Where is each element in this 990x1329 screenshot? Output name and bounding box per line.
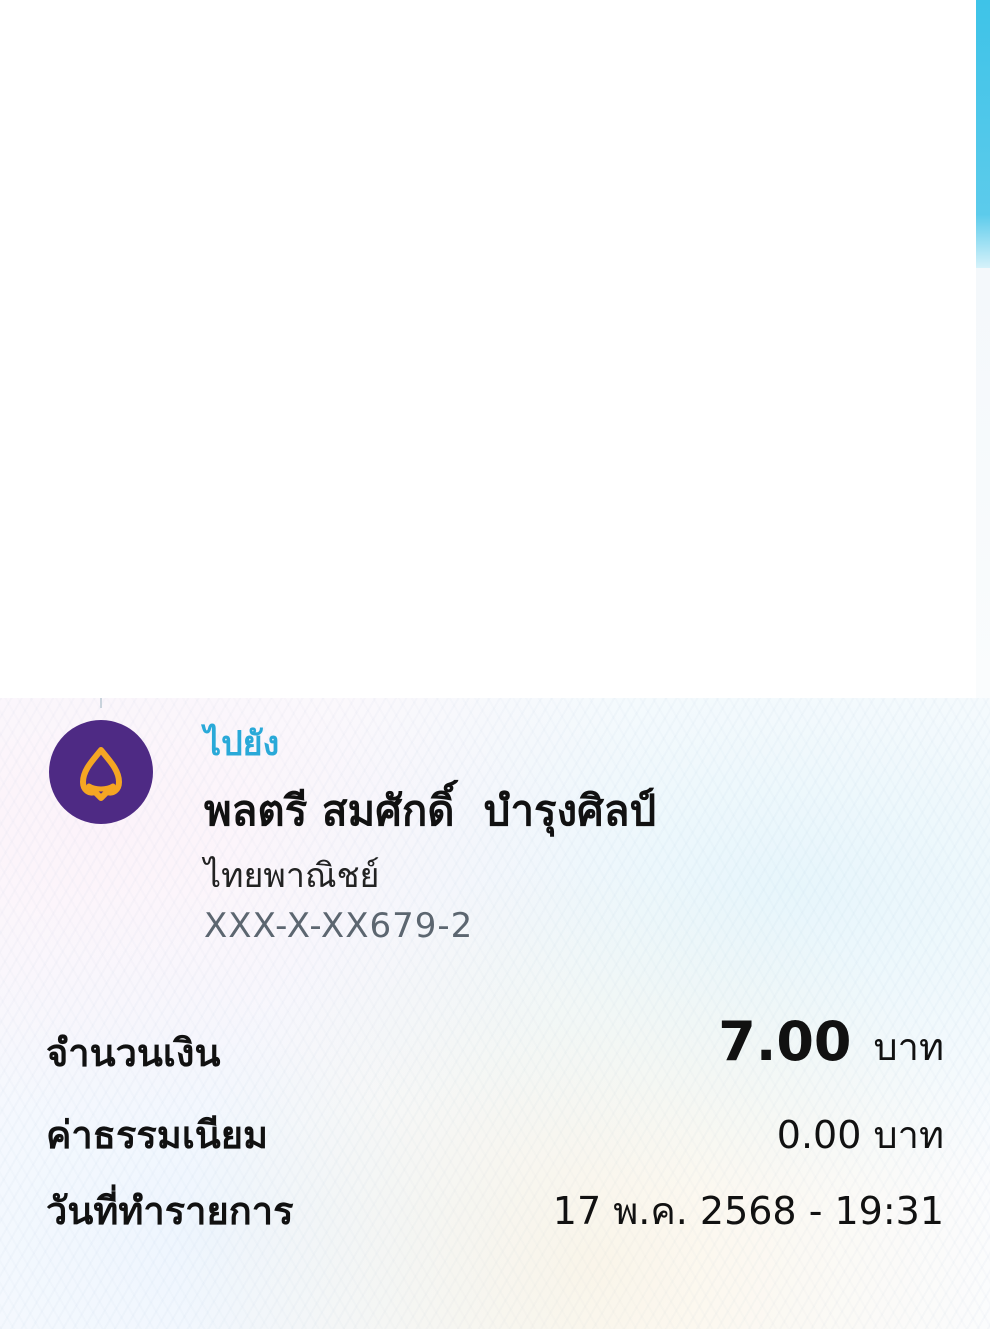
recipient-account-number: XXX-X-XX679-2 <box>204 906 474 946</box>
recipient-name: พลตรี สมศักดิ์ บำรุงศิลป์ <box>204 786 657 835</box>
fee-value: 0.00 บาท <box>776 1113 944 1157</box>
divider-tick <box>100 698 102 708</box>
amount-value: 7.00 บาท <box>718 1010 944 1077</box>
scroll-indicator[interactable] <box>976 0 990 268</box>
fee-label: ค่าธรรมเนียม <box>46 1113 269 1157</box>
scb-leaf-icon <box>80 747 122 801</box>
scroll-track <box>976 268 990 698</box>
amount-unit: บาท <box>873 1025 944 1069</box>
blank-area <box>0 0 976 698</box>
transaction-date-value: 17 พ.ค. 2568 - 19:31 <box>552 1189 944 1233</box>
scb-bank-logo-icon <box>49 720 153 824</box>
transfer-to-label: ไปยัง <box>204 724 280 764</box>
recipient-bank-name: ไทยพาณิชย์ <box>204 856 380 896</box>
transaction-date-label: วันที่ทำรายการ <box>46 1189 294 1233</box>
amount-label: จำนวนเงิน <box>46 1031 221 1075</box>
amount-number: 7.00 <box>718 1010 852 1073</box>
